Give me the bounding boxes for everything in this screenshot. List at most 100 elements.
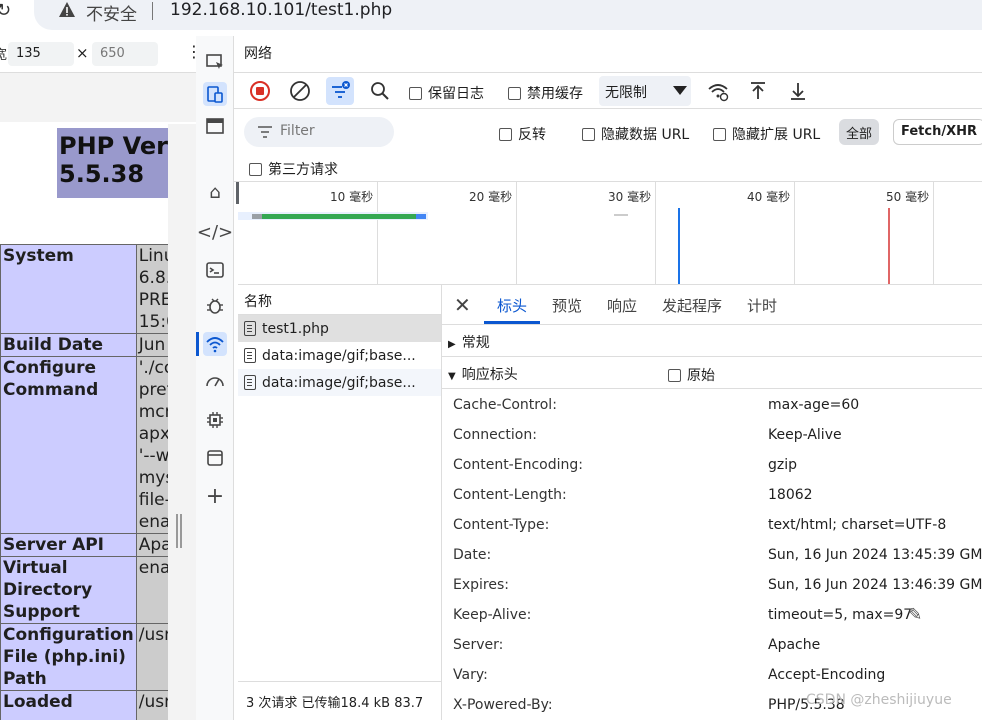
hide-data-urls-checkbox[interactable]: 隐藏数据 URL: [582, 124, 689, 144]
warning-icon[interactable]: [58, 1, 76, 19]
response-header-row: Expires: Sun, 16 Jun 2024 13:46:39 GMT: [442, 571, 982, 601]
tab-initiator[interactable]: 发起程序: [662, 295, 722, 316]
dom-content-loaded-marker: [678, 208, 680, 284]
reload-icon[interactable]: ↻: [0, 0, 11, 21]
timeline-gridline: [655, 182, 656, 284]
device-toolbar: 宽 135 × 650 ⋮: [0, 36, 202, 72]
request-row[interactable]: data:image/gif;base...: [238, 342, 441, 369]
request-list: 名称 test1.php data:image/gif;base... data…: [238, 284, 442, 720]
timeline-gridline: [516, 182, 517, 284]
network-icon[interactable]: [203, 332, 227, 356]
filter-all-button[interactable]: 全部: [839, 119, 880, 145]
response-header-row: Vary: Accept-Encoding: [442, 661, 982, 691]
devtools-activity-bar: ⌂ </> +: [196, 36, 234, 720]
php-info-key: System: [0, 244, 137, 334]
add-panel-icon[interactable]: +: [203, 484, 227, 509]
tab-headers[interactable]: 标头: [497, 295, 527, 316]
security-label[interactable]: 不安全: [86, 0, 137, 25]
tab-preview[interactable]: 预览: [552, 295, 582, 316]
active-panel-indicator: [196, 332, 199, 356]
filter-bar: Filter 反转 隐藏数据 URL 隐藏扩展 URL 全部 Fetch/XHR…: [234, 108, 982, 180]
inspect-icon[interactable]: [203, 50, 227, 74]
document-icon: [244, 375, 256, 390]
filter-toggle-icon[interactable]: [326, 77, 354, 105]
device-toolbar-strip: [0, 72, 196, 122]
header-value[interactable]: max-age=60: [768, 397, 859, 413]
php-info-table: SystemLinux 6.8.7- PREEM 15:04:Build Dat…: [0, 244, 168, 720]
performance-icon[interactable]: [203, 370, 227, 394]
preserve-log-checkbox[interactable]: 保留日志: [409, 83, 484, 103]
name-column-header[interactable]: 名称: [238, 285, 441, 315]
invert-checkbox[interactable]: 反转: [499, 124, 546, 144]
elements-icon[interactable]: </>: [197, 220, 233, 244]
header-value[interactable]: text/html; charset=UTF-8: [768, 517, 946, 533]
timeline-label: 10 毫秒: [330, 190, 374, 204]
header-name: Keep-Alive:: [453, 607, 532, 623]
disable-cache-checkbox[interactable]: 禁用缓存: [508, 83, 583, 103]
timeline-gridline: [794, 182, 795, 284]
php-info-value: Jun 16: [135, 333, 168, 357]
header-name: Date:: [453, 547, 492, 563]
header-value[interactable]: Sun, 16 Jun 2024 13:45:39 GMT: [768, 547, 982, 563]
third-party-checkbox[interactable]: 第三方请求: [249, 159, 338, 179]
timeline-wait-bar: [252, 214, 262, 219]
tab-timing[interactable]: 计时: [747, 295, 777, 316]
search-icon[interactable]: [366, 77, 394, 105]
tab-response[interactable]: 响应: [607, 295, 637, 316]
filter-fetch-xhr-button[interactable]: Fetch/XHR: [893, 119, 982, 145]
header-value[interactable]: 18062: [768, 487, 813, 503]
dock-icon[interactable]: [203, 114, 227, 138]
header-value[interactable]: gzip: [768, 457, 797, 473]
load-event-marker: [888, 208, 890, 284]
header-value[interactable]: Sun, 16 Jun 2024 13:46:39 GMT: [768, 577, 982, 593]
php-info-row: Virtual Directory Supportenable: [0, 556, 168, 624]
height-input[interactable]: 650: [92, 42, 158, 66]
php-info-value: Apach: [135, 533, 168, 557]
header-value[interactable]: Apache: [768, 637, 820, 653]
header-name: Content-Length:: [453, 487, 567, 503]
filter-icon: [258, 126, 272, 138]
throttling-select[interactable]: 无限制: [599, 76, 691, 106]
edit-pencil-icon[interactable]: ✎: [908, 605, 922, 625]
request-row[interactable]: data:image/gif;base...: [238, 369, 441, 396]
timeline-tail-bar: [416, 214, 426, 219]
timeline-small-bar: [614, 214, 628, 216]
console-icon[interactable]: [203, 258, 227, 282]
record-stop-icon[interactable]: [246, 77, 274, 105]
header-value[interactable]: Keep-Alive: [768, 427, 842, 443]
export-har-icon[interactable]: [784, 77, 812, 105]
resize-handle[interactable]: [176, 514, 182, 548]
network-conditions-icon[interactable]: [704, 77, 732, 105]
general-section-header[interactable]: ▶ 常规: [442, 325, 982, 357]
header-value[interactable]: Accept-Encoding: [768, 667, 885, 683]
filter-placeholder: Filter: [280, 123, 315, 139]
response-headers-section-header[interactable]: ▼ 响应标头 原始: [442, 357, 982, 389]
memory-icon[interactable]: [203, 408, 227, 432]
active-tab-indicator: [484, 321, 540, 324]
timeline-gridline: [377, 182, 378, 284]
width-input[interactable]: 135: [8, 42, 74, 66]
application-icon[interactable]: [203, 446, 227, 470]
php-info-key: Loaded: [0, 690, 137, 720]
header-name: X-Powered-By:: [453, 697, 553, 713]
clear-icon[interactable]: [286, 77, 314, 105]
home-icon[interactable]: ⌂: [203, 180, 227, 204]
details-tabs: ✕ 标头 预览 响应 发起程序 计时: [442, 285, 982, 325]
import-har-icon[interactable]: [744, 77, 772, 105]
timeline-label: 50 毫秒: [886, 190, 930, 204]
close-icon[interactable]: ✕: [454, 293, 471, 317]
timeline-left-handle[interactable]: [236, 182, 239, 204]
hide-extension-urls-checkbox[interactable]: 隐藏扩展 URL: [713, 124, 820, 144]
request-row[interactable]: test1.php: [238, 315, 441, 342]
header-value[interactable]: timeout=5, max=97: [768, 607, 912, 623]
filter-input[interactable]: Filter: [244, 117, 394, 147]
device-toggle-icon[interactable]: [203, 82, 227, 106]
url-text[interactable]: 192.168.10.101/test1.php: [170, 0, 392, 20]
header-name: Content-Encoding:: [453, 457, 583, 473]
viewport-gutter: [168, 124, 196, 720]
timeline-label: 30 毫秒: [608, 190, 652, 204]
sources-bug-icon[interactable]: [203, 294, 227, 318]
request-summary: 3 次请求 已传输18.4 kB 83.7: [238, 681, 442, 720]
raw-checkbox[interactable]: 原始: [668, 365, 715, 385]
network-overview-timeline: 10 毫秒 20 毫秒 30 毫秒 40 毫秒 50 毫秒: [234, 181, 982, 284]
